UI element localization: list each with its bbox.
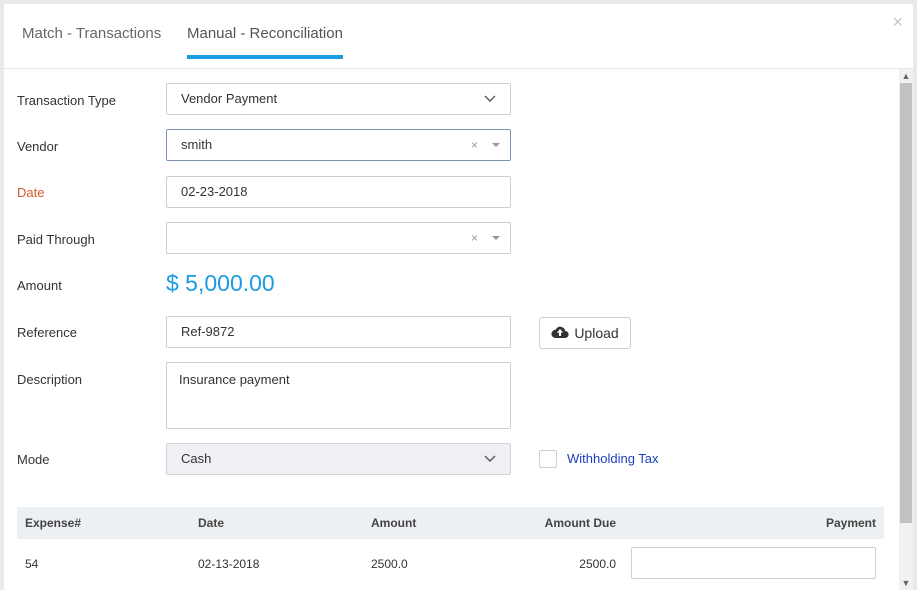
vendor-select[interactable]: smith × [166,129,511,161]
header-amount-due: Amount Due [544,516,616,530]
cloud-upload-icon [551,325,569,342]
scroll-down-icon[interactable]: ▼ [899,576,913,590]
transaction-type-label: Transaction Type [17,93,116,108]
chevron-down-icon [484,444,496,485]
clear-icon[interactable]: × [471,130,478,160]
header-expense: Expense# [25,516,82,530]
upload-button[interactable]: Upload [539,317,631,349]
reference-value: Ref-9872 [181,324,235,339]
cell-amount-due: 2500.0 [579,557,616,571]
cell-amount: 2500.0 [371,557,408,571]
vendor-label: Vendor [17,139,59,154]
reference-label: Reference [17,325,77,340]
description-value: Insurance payment [179,372,290,387]
clear-icon[interactable]: × [471,223,478,253]
scrollbar-thumb[interactable] [900,83,912,523]
header-date: Date [198,516,225,530]
caret-down-icon[interactable] [492,236,500,240]
tab-manual-reconciliation[interactable]: Manual - Reconciliation [187,25,343,59]
date-input[interactable]: 02-23-2018 [166,176,511,208]
cell-date: 02-13-2018 [198,557,260,571]
date-value: 02-23-2018 [181,184,248,199]
header-payment: Payment [825,516,876,530]
withholding-tax-checkbox[interactable] [539,450,557,468]
header-amount: Amount [371,516,417,530]
tab-match-transactions[interactable]: Match - Transactions [22,25,161,58]
amount-label: Amount [17,278,62,293]
upload-label: Upload [574,325,619,341]
withholding-tax-label[interactable]: Withholding Tax [567,451,659,466]
tab-bar: Match - Transactions Manual - Reconcilia… [4,4,913,69]
caret-down-icon[interactable] [492,143,500,147]
transaction-type-select[interactable]: Vendor Payment [166,83,511,115]
description-textarea[interactable]: Insurance payment [166,362,511,429]
table-header: Expense# Date Amount Amount Due Payment [17,507,884,539]
table-row: 54 02-13-2018 2500.0 2500.0 [17,539,884,587]
cell-expense: 54 [25,557,39,571]
payment-input[interactable] [631,547,876,579]
expense-table: Expense# Date Amount Amount Due Payment … [17,507,884,587]
mode-value: Cash [181,451,212,466]
mode-label: Mode [17,452,50,467]
mode-select[interactable]: Cash [166,443,511,475]
vendor-value: smith [181,137,213,152]
scrollbar[interactable]: ▲ ▼ [899,69,913,590]
amount-value: $ 5,000.00 [166,270,275,296]
description-label: Description [17,372,83,387]
reference-input[interactable]: Ref-9872 [166,316,511,348]
paid-through-select[interactable]: × [166,222,511,254]
chevron-down-icon [484,84,496,125]
date-label: Date [17,185,45,200]
scroll-up-icon[interactable]: ▲ [899,69,913,83]
paid-through-label: Paid Through [17,232,95,247]
reconciliation-modal: × Match - Transactions Manual - Reconcil… [4,4,913,590]
transaction-type-value: Vendor Payment [181,91,278,106]
